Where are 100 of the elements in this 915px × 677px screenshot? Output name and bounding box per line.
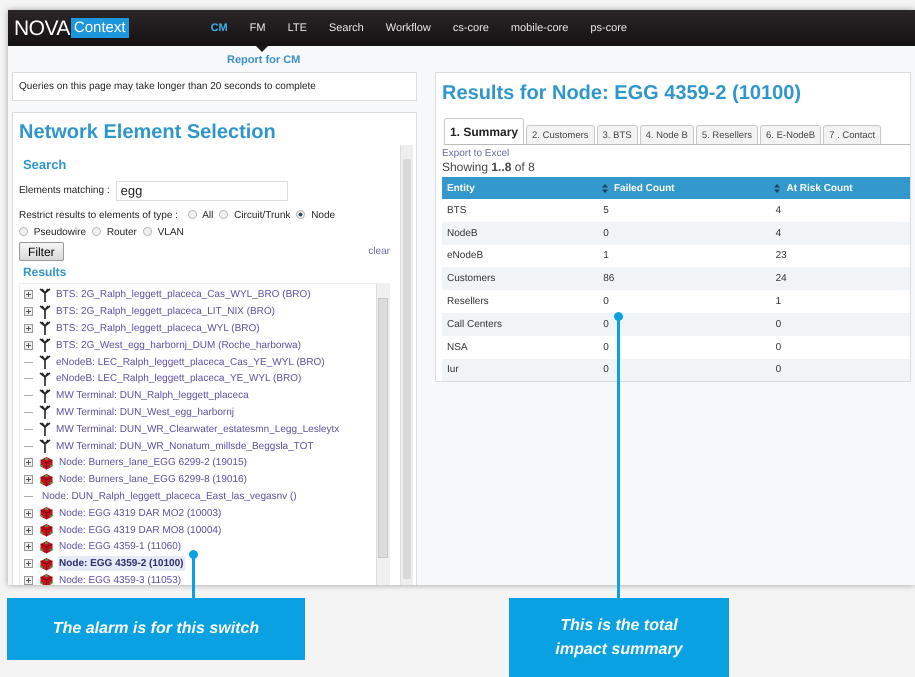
antenna-icon — [39, 422, 51, 436]
table-cell-text: eNodeB — [446, 249, 484, 264]
table-cell-text: 0 — [602, 226, 610, 241]
radio-label: All — [202, 210, 214, 220]
tree-item[interactable]: Node: EGG 4319 DAR MO2 (10003) — [58, 506, 222, 521]
tree-item[interactable]: BTS: 2G_Ralph_leggett_placeca_LIT_NIX (BRO) — [55, 304, 276, 320]
table-cell-text: Iur — [446, 363, 460, 378]
radio-label: Node — [311, 210, 336, 220]
tree-item[interactable]: Node: DUN_Ralph_leggett_placeca_East_las_vegasnv () — [41, 488, 298, 504]
sort-icon[interactable] — [602, 184, 608, 192]
logo-badge: Context — [70, 18, 129, 38]
table-cell-text: Resellers — [446, 295, 490, 310]
tree-item[interactable]: BTS: 2G_Ralph_leggett_placeca_Cas_WYL_BRO (BRO) — [55, 287, 312, 302]
tree-item[interactable]: Node: Burners_lane_EGG 6299-8 (19016) — [58, 472, 248, 488]
expand-icon[interactable] — [24, 290, 33, 300]
nav-link[interactable]: ps-core — [590, 20, 628, 36]
radio-button[interactable] — [92, 227, 102, 236]
expand-icon[interactable] — [24, 559, 33, 568]
expand-icon[interactable] — [24, 475, 33, 484]
table-cell-text: 0 — [774, 363, 782, 378]
table-cell-text: 0 — [774, 318, 782, 332]
antenna-icon — [39, 388, 51, 403]
sort-icon[interactable] — [774, 184, 780, 192]
filter-button[interactable]: Filter — [19, 242, 64, 260]
radio-button[interactable] — [188, 210, 197, 220]
tree-item[interactable]: Node: EGG 4319 DAR MO8 (10004) — [58, 522, 222, 538]
antenna-icon — [39, 304, 51, 319]
radio-button[interactable] — [219, 210, 228, 220]
cube-icon — [39, 556, 54, 571]
tab[interactable]: 5. Resellers — [696, 125, 758, 144]
radio-button[interactable] — [19, 227, 28, 236]
antenna-icon — [39, 405, 51, 420]
table-cell-text: 4 — [774, 204, 782, 218]
showing-count: Showing 1..8 of 8 — [442, 161, 536, 174]
tree-item[interactable]: MW Terminal: DUN_WR_Nonatum_millsde_Beggsla_TOT — [55, 438, 314, 454]
nav-link[interactable]: CM — [210, 20, 228, 36]
nav-link[interactable]: Workflow — [386, 20, 431, 36]
section-heading: Search — [23, 156, 68, 174]
tab[interactable]: 6. E-NodeB — [760, 125, 822, 144]
table-cell-text: 5 — [602, 204, 610, 218]
radio-label: VLAN — [158, 226, 184, 238]
table-cell-text: 0 — [602, 318, 610, 332]
tree-item[interactable]: MW Terminal: DUN_West_egg_harbornj — [55, 404, 236, 420]
table-cell-text: 4 — [774, 226, 782, 241]
radio-button[interactable] — [142, 227, 152, 236]
leader-line — [192, 553, 195, 599]
antenna-icon — [39, 338, 51, 352]
table-cell-text: 0 — [602, 295, 610, 310]
expand-icon[interactable] — [24, 458, 33, 468]
tab[interactable]: 3. BTS — [596, 125, 638, 144]
tree-item[interactable]: BTS: 2G_West_egg_harbornj_DUM (Roche_harborwa) — [55, 338, 302, 353]
tree-item[interactable]: MW Terminal: DUN_WR_Clearwater_estatesmn_Legg_Lesleytx — [55, 422, 340, 437]
tree-item[interactable]: Node: EGG 4359-3 (11053) — [58, 572, 182, 585]
table-cell-text: Call Centers — [446, 318, 504, 332]
export-link[interactable]: Export to Excel — [442, 146, 510, 161]
tab[interactable]: 4. Node B — [640, 125, 694, 144]
expand-icon[interactable] — [24, 307, 33, 316]
expand-icon[interactable] — [24, 576, 33, 585]
expand-icon[interactable] — [24, 324, 33, 333]
cube-icon — [39, 540, 54, 554]
field-label: Elements matching : — [19, 184, 110, 198]
expand-icon[interactable] — [24, 542, 33, 552]
callout-box: The alarm is for this switch — [7, 598, 305, 660]
search-field[interactable]: egg — [116, 180, 288, 200]
tab[interactable]: 7 . Contact — [823, 125, 882, 144]
radio-label: Circuit/Trunk — [234, 210, 290, 220]
nav-link[interactable]: cs-core — [452, 20, 489, 36]
nav-link[interactable]: LTE — [288, 20, 307, 36]
cube-icon — [39, 472, 54, 487]
table-cell-text: 0 — [602, 363, 610, 378]
tree-item[interactable]: eNodeB: LEC_Ralph_leggett_placeca_Cas_YE_WYL (BRO) — [55, 354, 326, 370]
tree-item[interactable]: Node: Burners_lane_EGG 6299-2 (19015) — [58, 455, 248, 470]
expand-icon[interactable] — [24, 340, 33, 350]
tree-item[interactable]: BTS: 2G_Ralph_leggett_placeca_WYL (BRO) — [55, 320, 261, 336]
table-cell-text: 23 — [774, 249, 788, 264]
clear-link[interactable]: clear — [368, 244, 390, 258]
tree-item[interactable]: eNodeB: LEC_Ralph_leggett_placeca_YE_WYL (BRO) — [55, 371, 302, 386]
section-heading: Results — [23, 264, 68, 280]
antenna-icon — [39, 321, 51, 336]
radio-label: Router — [106, 226, 137, 238]
panel-title: Network Element Selection — [19, 120, 277, 145]
results-title: Results for Node: EGG 4359-2 (10100) — [442, 81, 802, 106]
expand-icon[interactable] — [24, 508, 33, 518]
antenna-icon — [39, 288, 51, 302]
pointer-icon — [256, 46, 268, 52]
nav-link[interactable]: FM — [250, 20, 266, 36]
radio-label: Pseudowire — [34, 226, 86, 238]
expand-icon[interactable] — [24, 526, 33, 535]
antenna-icon — [39, 439, 51, 454]
tab[interactable]: 1. Summary — [444, 118, 524, 144]
tree-item[interactable]: MW Terminal: DUN_Ralph_leggett_placeca — [55, 388, 250, 404]
tree-item[interactable]: Node: EGG 4359-1 (11060) — [58, 539, 182, 554]
radio-button[interactable] — [296, 210, 306, 220]
table-cell-text: NodeB — [446, 226, 479, 241]
table-cell-text: 24 — [774, 272, 788, 286]
nav-link[interactable]: Search — [328, 20, 364, 36]
tab[interactable]: 2. Customers — [526, 125, 595, 144]
table-cell-text: 0 — [774, 340, 782, 355]
nav-link[interactable]: mobile-core — [510, 20, 568, 36]
tree-item[interactable]: Node: EGG 4359-2 (10100) — [58, 556, 184, 572]
